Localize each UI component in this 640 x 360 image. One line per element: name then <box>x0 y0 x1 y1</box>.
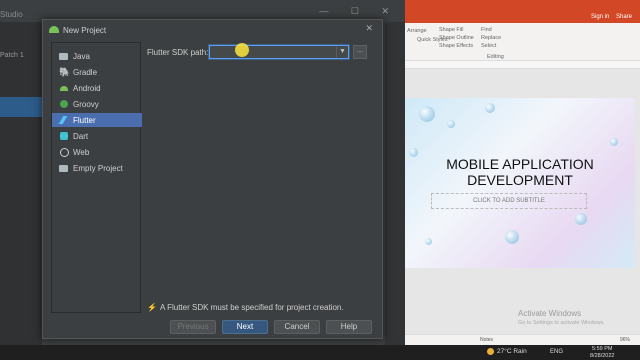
project-type-label: Flutter <box>73 116 96 125</box>
water-drop <box>485 103 495 113</box>
language-indicator[interactable]: ENG <box>550 349 563 355</box>
activate-windows-subtitle: Go to Settings to activate Windows. <box>518 320 605 326</box>
previous-button[interactable]: Previous <box>170 320 216 334</box>
ruler <box>405 61 640 69</box>
next-button[interactable]: Next <box>222 320 268 334</box>
ide-window-controls[interactable]: — ☐ ✕ <box>319 6 399 17</box>
water-drop <box>419 106 435 122</box>
slide-title[interactable]: MOBILE APPLICATION DEVELOPMENT <box>405 156 635 188</box>
mouse-cursor-highlight <box>235 43 249 57</box>
folder-icon <box>59 163 69 173</box>
project-type-web[interactable]: Web <box>52 145 142 159</box>
dialog-titlebar: New Project ✕ <box>43 20 382 40</box>
project-type-label: Web <box>73 148 90 157</box>
ribbon-find[interactable]: Find <box>481 27 492 33</box>
ribbon-replace[interactable]: Replace <box>481 35 501 41</box>
groovy-icon <box>59 99 69 109</box>
taskbar: 27°C Rain ENG 5:59 PM 8/28/2022 <box>0 345 640 360</box>
project-type-flutter[interactable]: Flutter <box>52 113 142 127</box>
clock-date: 8/28/2022 <box>590 352 615 359</box>
sdk-path-combobox[interactable]: ▼ <box>209 45 349 59</box>
water-drop <box>610 138 618 146</box>
weather-widget[interactable]: 27°C Rain <box>487 348 527 355</box>
weather-text: 27°C Rain <box>497 348 527 356</box>
android-icon <box>59 83 69 93</box>
dart-icon <box>59 131 69 141</box>
gradle-icon: 🐘 <box>59 67 71 77</box>
project-type-java[interactable]: Java <box>52 49 142 63</box>
project-type-label: Empty Project <box>73 164 123 173</box>
slide-canvas: MOBILE APPLICATION DEVELOPMENT CLICK TO … <box>405 69 640 334</box>
ribbon-shape-fill[interactable]: Shape Fill <box>439 27 463 33</box>
close-icon[interactable]: ✕ <box>365 23 373 34</box>
weather-icon <box>487 348 494 355</box>
project-type-label: Android <box>73 84 101 93</box>
chevron-down-icon[interactable]: ▼ <box>336 46 348 58</box>
share-button[interactable]: Share <box>616 14 632 20</box>
zoom-level[interactable]: 96% <box>620 337 630 343</box>
notes-button[interactable]: Notes <box>480 337 493 343</box>
project-type-gradle[interactable]: 🐘 Gradle <box>52 65 142 79</box>
project-type-android[interactable]: Android <box>52 81 142 95</box>
project-type-label: Dart <box>73 132 89 141</box>
ide-side-panel: Patch 1 <box>0 22 42 345</box>
water-drop <box>575 213 587 225</box>
slide-title-line2: DEVELOPMENT <box>467 172 573 188</box>
ide-titlebar: Studio — ☐ ✕ <box>0 0 405 20</box>
new-project-dialog: New Project ✕ Java 🐘 Gradle Android Groo… <box>42 19 383 339</box>
ribbon: Arrange Quick Styles Shape Fill Shape Ou… <box>405 23 640 61</box>
android-studio-icon <box>49 26 59 33</box>
browse-button[interactable]: ... <box>353 45 367 59</box>
project-type-list: Java 🐘 Gradle Android Groovy Flutter Dar… <box>51 42 142 313</box>
sdk-path-label: Flutter SDK path: <box>147 48 209 57</box>
project-type-empty[interactable]: Empty Project <box>52 161 142 175</box>
sign-in-link[interactable]: Sign in <box>591 14 609 20</box>
clock-time: 5:59 PM <box>591 346 613 352</box>
clock[interactable]: 5:59 PM 8/28/2022 <box>590 346 614 359</box>
ide-side-item[interactable]: Patch 1 <box>0 52 24 59</box>
ribbon-editing-label: Editing <box>487 54 504 60</box>
ribbon-shape-outline[interactable]: Shape Outline <box>439 35 474 41</box>
folder-icon <box>59 51 69 61</box>
powerpoint-window: Sign in Share Arrange Quick Styles Shape… <box>405 0 640 345</box>
globe-icon <box>59 147 69 157</box>
sdk-warning: ⚡ A Flutter SDK must be specified for pro… <box>147 303 344 312</box>
help-button[interactable]: Help <box>326 320 372 334</box>
flutter-icon <box>59 115 69 125</box>
slide-title-line1: MOBILE APPLICATION <box>446 156 594 172</box>
water-drop <box>505 230 519 244</box>
ide-title: Studio <box>0 10 23 19</box>
ide-right-pane <box>385 22 405 345</box>
office-titlebar: Sign in Share <box>405 0 640 23</box>
activate-windows-title: Activate Windows <box>518 309 582 318</box>
project-type-label: Gradle <box>73 68 98 77</box>
water-drop <box>447 120 455 128</box>
ide-side-selection <box>0 97 42 117</box>
flutter-settings-panel: Flutter SDK path: ▼ ... <box>143 42 375 313</box>
ribbon-arrange[interactable]: Arrange <box>407 28 427 34</box>
status-bar: Notes 96% <box>405 334 640 345</box>
warning-bolt-icon: ⚡ <box>147 303 157 312</box>
project-type-groovy[interactable]: Groovy <box>52 97 142 111</box>
slide[interactable]: MOBILE APPLICATION DEVELOPMENT CLICK TO … <box>405 98 635 268</box>
slide-subtitle-placeholder[interactable]: CLICK TO ADD SUBTITLE <box>431 193 587 209</box>
project-type-label: Groovy <box>73 100 99 109</box>
dialog-title: New Project <box>63 26 107 35</box>
ribbon-select[interactable]: Select <box>481 43 496 49</box>
water-drop <box>425 238 432 245</box>
project-type-dart[interactable]: Dart <box>52 129 142 143</box>
project-type-label: Java <box>73 52 90 61</box>
sdk-warning-text: A Flutter SDK must be specified for proj… <box>159 303 344 312</box>
cancel-button[interactable]: Cancel <box>274 320 320 334</box>
ribbon-shape-effects[interactable]: Shape Effects <box>439 43 473 49</box>
